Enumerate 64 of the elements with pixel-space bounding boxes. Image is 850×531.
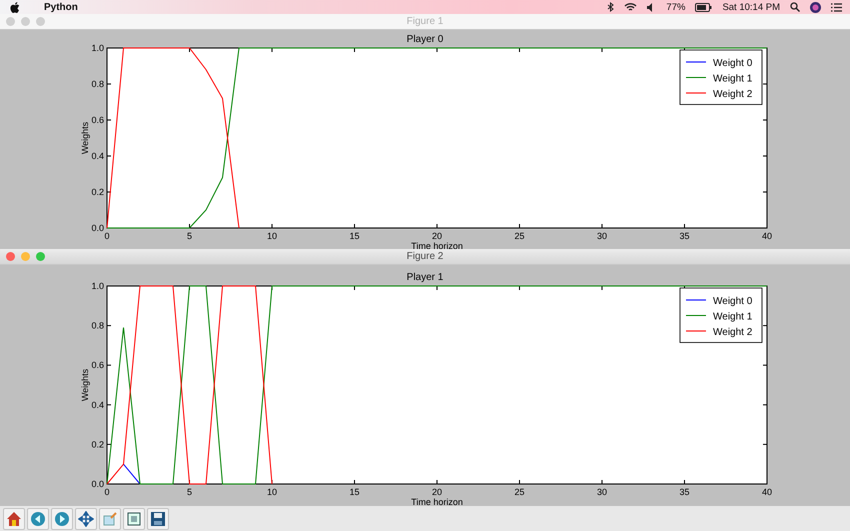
legend-label: Weight 2 [713,89,752,100]
axis-tick-label: 0 [104,231,110,241]
home-button[interactable] [3,508,25,530]
axis-tick-label: 0.8 [91,320,104,331]
axis-tick-label: 0.4 [91,151,104,161]
axis-tick-label: 0.6 [91,360,104,370]
axis-tick-label: 25 [514,231,524,241]
axis-label: Time horizon [411,241,463,249]
assistant-orb-icon[interactable] [810,2,821,12]
legend-label: Weight 0 [713,296,752,307]
bluetooth-icon[interactable] [607,2,614,12]
forward-button[interactable] [51,508,73,530]
axis-label: Weights [80,122,90,154]
window-title: Figure 2 [406,251,444,262]
list-icon[interactable] [831,2,842,12]
battery-icon[interactable] [695,2,712,12]
axis-tick-label: 0.8 [91,79,104,89]
save-button[interactable] [147,508,169,530]
menu-clock[interactable]: Sat 10:14 PM [722,2,780,12]
pan-button[interactable] [75,508,97,530]
layout-icon [126,510,142,526]
axis-tick-label: 15 [350,231,360,241]
rectangle-icon [102,510,118,526]
axis-tick-label: 35 [680,231,690,241]
back-button[interactable] [27,508,49,530]
chart-title: Player 1 [406,272,444,283]
axis-tick-label: 0.6 [91,115,104,125]
axis-tick-label: 30 [597,231,607,241]
axis-tick-label: 20 [432,487,442,497]
axis-tick-label: 40 [762,231,772,241]
axis-tick-label: 1.0 [91,43,104,53]
axis-tick-label: 25 [514,487,524,497]
apple-logo-icon[interactable] [10,2,20,12]
axis-tick-label: 0.2 [91,187,104,197]
legend-label: Weight 0 [713,58,752,69]
axis-label: Weights [80,368,90,402]
axis-tick-label: 5 [187,487,192,497]
axis-tick-label: 0.0 [91,223,104,233]
axis-tick-label: 0.2 [91,439,104,450]
legend-label: Weight 2 [713,327,752,338]
axis-tick-label: 10 [267,231,277,241]
axis-tick-label: 20 [432,231,442,241]
configure-button[interactable] [123,508,145,530]
axis-tick-label: 1.0 [91,281,104,291]
battery-percentage: 77% [666,2,686,12]
wifi-icon[interactable] [624,2,638,12]
axis-tick-label: 35 [680,487,690,497]
home-icon [6,510,22,526]
axis-tick-label: 0.0 [91,479,104,489]
axis-tick-label: 40 [762,487,772,497]
axis-tick-label: 0 [104,487,110,497]
axis-tick-label: 5 [187,231,192,241]
chart-title: Player 0 [406,34,444,45]
save-icon [150,510,166,526]
legend-label: Weight 1 [713,312,752,322]
window-title: Figure 1 [406,16,444,27]
axis-tick-label: 15 [350,487,360,497]
axis-tick-label: 30 [597,487,607,497]
search-icon[interactable] [790,2,800,12]
axis-tick-label: 0.4 [91,400,104,410]
app-name[interactable]: Python [44,2,78,12]
legend-label: Weight 1 [713,74,752,84]
axis-label: Time horizon [411,497,463,506]
axis-tick-label: 10 [267,487,277,497]
